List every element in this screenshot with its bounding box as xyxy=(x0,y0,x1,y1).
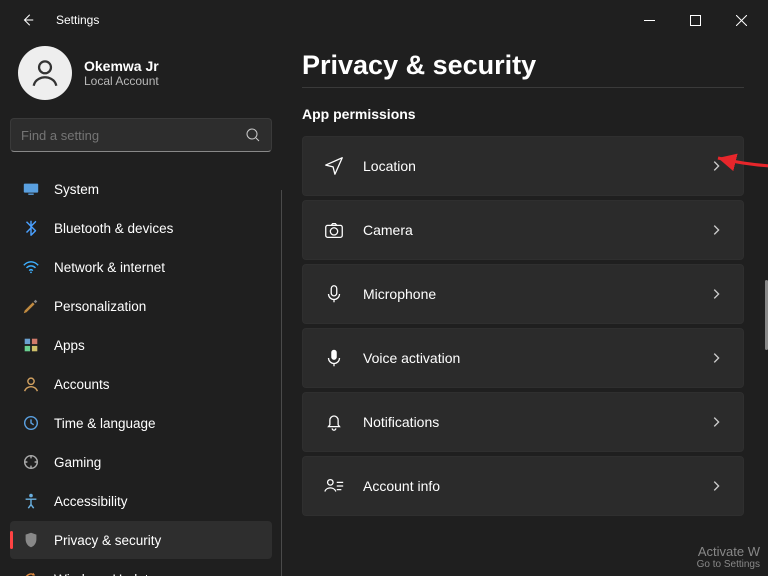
search-box[interactable] xyxy=(10,118,272,152)
nav-item-update[interactable]: Windows Update xyxy=(10,560,272,576)
main-content: Privacy & security App permissions Locat… xyxy=(282,40,768,576)
chevron-right-icon xyxy=(709,287,723,301)
system-icon xyxy=(22,180,40,198)
network-icon xyxy=(22,258,40,276)
chevron-right-icon xyxy=(709,415,723,429)
nav-label: Gaming xyxy=(54,455,101,470)
personalization-icon xyxy=(22,297,40,315)
maximize-icon xyxy=(690,15,701,26)
card-camera[interactable]: Camera xyxy=(302,200,744,260)
card-voice[interactable]: Voice activation xyxy=(302,328,744,388)
profile-name: Okemwa Jr xyxy=(84,58,159,74)
nav-item-accessibility[interactable]: Accessibility xyxy=(10,482,272,520)
update-icon xyxy=(22,570,40,576)
time-icon xyxy=(22,414,40,432)
profile[interactable]: Okemwa Jr Local Account xyxy=(10,40,272,118)
nav-label: Network & internet xyxy=(54,260,165,275)
nav-item-accounts[interactable]: Accounts xyxy=(10,365,272,403)
microphone-icon xyxy=(323,283,345,305)
privacy-icon xyxy=(22,531,40,549)
page-heading: Privacy & security xyxy=(302,50,744,81)
nav-label: Accounts xyxy=(54,377,110,392)
search-input[interactable] xyxy=(21,128,245,143)
nav-label: Windows Update xyxy=(54,572,156,576)
accounts-icon xyxy=(22,375,40,393)
nav-label: Privacy & security xyxy=(54,533,161,548)
nav-label: Time & language xyxy=(54,416,156,431)
gaming-icon xyxy=(22,453,40,471)
section-heading: App permissions xyxy=(302,106,744,122)
window-title: Settings xyxy=(56,13,99,27)
back-button[interactable] xyxy=(14,6,42,34)
sidebar: Okemwa Jr Local Account System Bluetooth … xyxy=(0,40,282,576)
nav-label: System xyxy=(54,182,99,197)
card-label: Voice activation xyxy=(363,350,691,366)
card-label: Location xyxy=(363,158,691,174)
voice-icon xyxy=(323,347,345,369)
chevron-right-icon xyxy=(709,223,723,237)
nav-item-personalization[interactable]: Personalization xyxy=(10,287,272,325)
accessibility-icon xyxy=(22,492,40,510)
nav-list: System Bluetooth & devices Network & inter… xyxy=(10,170,272,576)
avatar xyxy=(18,46,72,100)
notifications-icon xyxy=(323,411,345,433)
chevron-right-icon xyxy=(709,479,723,493)
card-microphone[interactable]: Microphone xyxy=(302,264,744,324)
account-info-icon xyxy=(323,475,345,497)
nav-label: Accessibility xyxy=(54,494,128,509)
titlebar: Settings xyxy=(0,0,768,40)
search-icon xyxy=(245,127,261,143)
nav-item-network[interactable]: Network & internet xyxy=(10,248,272,286)
arrow-left-icon xyxy=(21,13,35,27)
nav-label: Personalization xyxy=(54,299,146,314)
close-icon xyxy=(736,15,747,26)
heading-underline xyxy=(302,87,744,88)
close-button[interactable] xyxy=(718,4,764,36)
card-notifications[interactable]: Notifications xyxy=(302,392,744,452)
nav-label: Apps xyxy=(54,338,85,353)
maximize-button[interactable] xyxy=(672,4,718,36)
minimize-icon xyxy=(644,15,655,26)
bluetooth-icon xyxy=(22,219,40,237)
card-location[interactable]: Location xyxy=(302,136,744,196)
location-icon xyxy=(323,155,345,177)
annotation-arrow xyxy=(712,150,768,174)
nav-item-time[interactable]: Time & language xyxy=(10,404,272,442)
card-label: Account info xyxy=(363,478,691,494)
profile-sub: Local Account xyxy=(84,74,159,88)
card-label: Notifications xyxy=(363,414,691,430)
chevron-right-icon xyxy=(709,351,723,365)
card-label: Microphone xyxy=(363,286,691,302)
minimize-button[interactable] xyxy=(626,4,672,36)
user-icon xyxy=(28,56,62,90)
camera-icon xyxy=(323,219,345,241)
nav-item-gaming[interactable]: Gaming xyxy=(10,443,272,481)
card-label: Camera xyxy=(363,222,691,238)
nav-item-apps[interactable]: Apps xyxy=(10,326,272,364)
nav-item-privacy[interactable]: Privacy & security xyxy=(10,521,272,559)
nav-item-bluetooth[interactable]: Bluetooth & devices xyxy=(10,209,272,247)
nav-item-system[interactable]: System xyxy=(10,170,272,208)
card-account-info[interactable]: Account info xyxy=(302,456,744,516)
nav-label: Bluetooth & devices xyxy=(54,221,173,236)
apps-icon xyxy=(22,336,40,354)
